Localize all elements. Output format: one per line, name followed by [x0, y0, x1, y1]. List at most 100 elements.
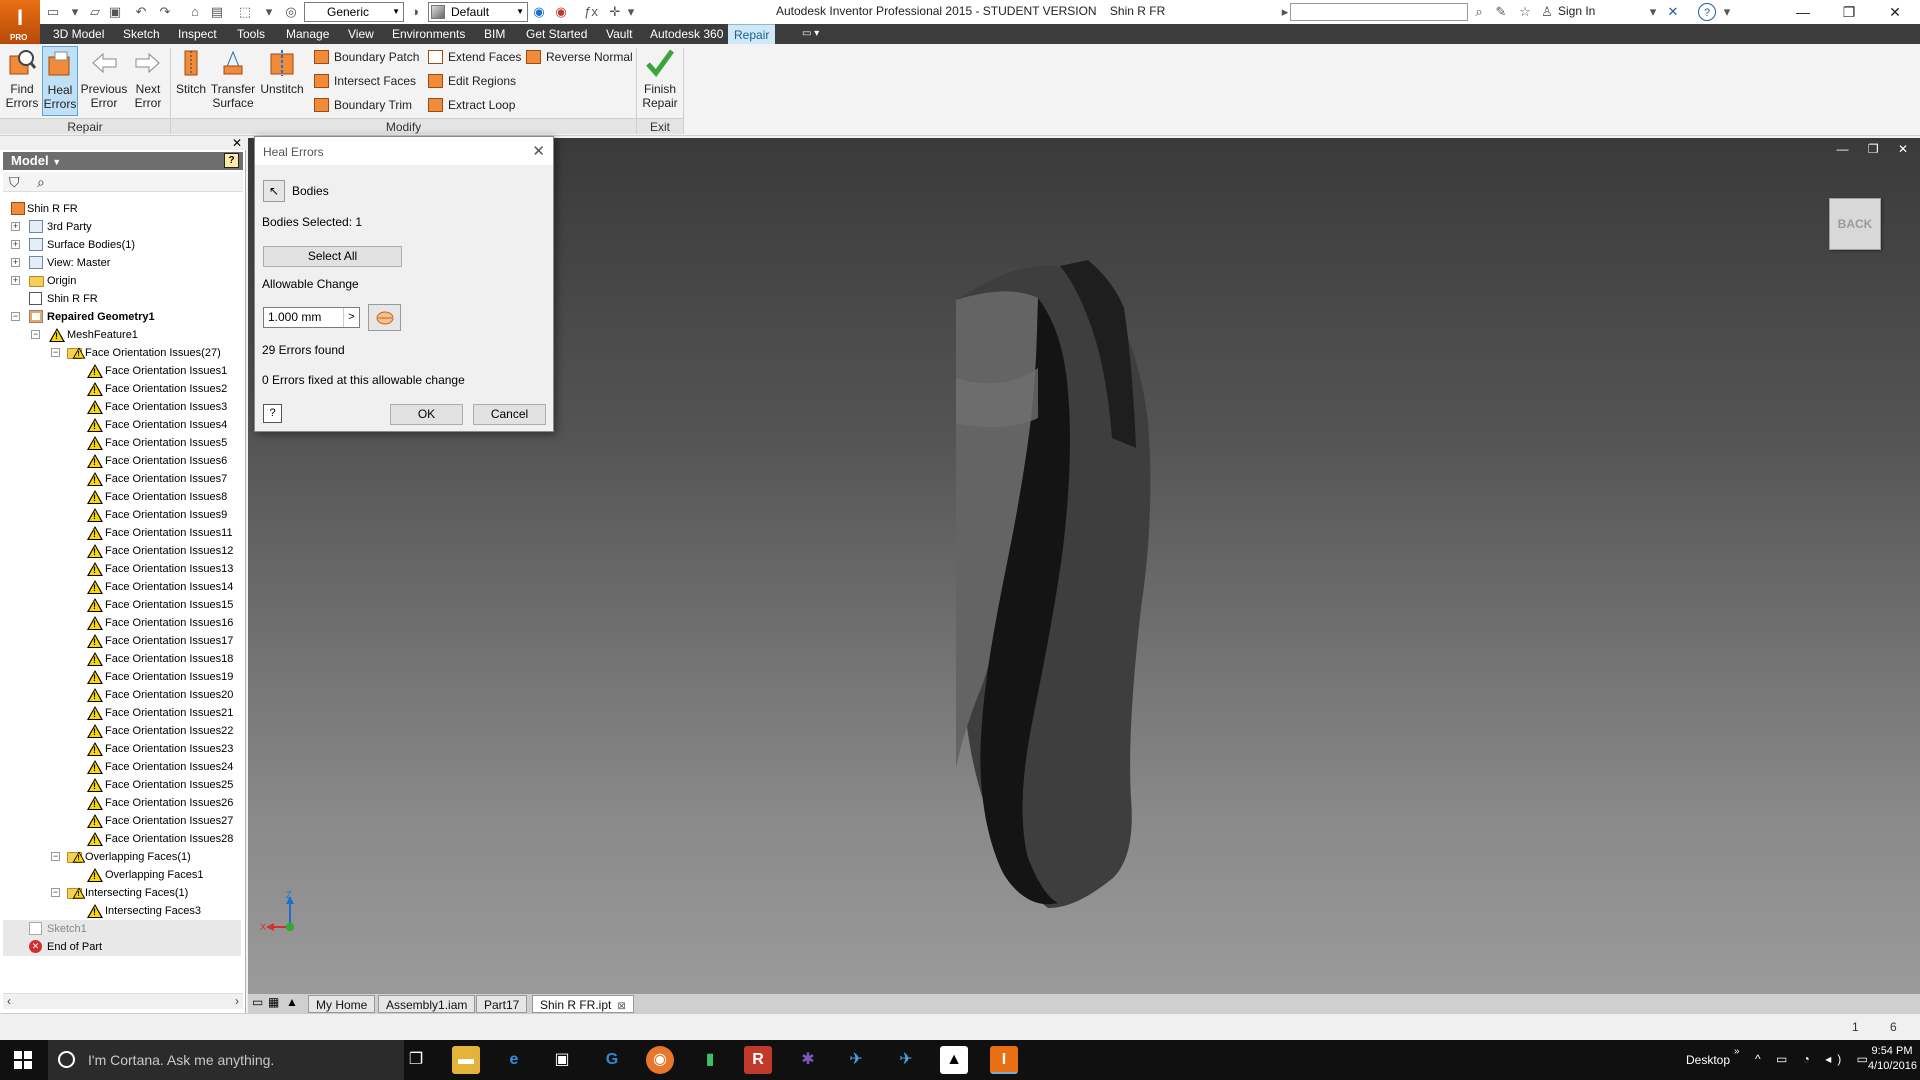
tree-node[interactable]: Face Orientation Issues23 — [3, 740, 241, 758]
tree-node[interactable]: Face Orientation Issues3 — [3, 398, 241, 416]
bird-app-icon[interactable]: ✈ — [842, 1046, 870, 1074]
browser-header[interactable]: Model ▼ ? — [3, 152, 243, 170]
collapse-icon[interactable]: − — [51, 348, 60, 357]
tree-node[interactable]: Face Orientation Issues12 — [3, 542, 241, 560]
measure-icon[interactable]: ◉ — [530, 3, 548, 21]
tab-layout-controls[interactable]: ▭ ▦ ▲ — [248, 995, 302, 1013]
tile-icon[interactable]: ▭ — [252, 995, 263, 1009]
tree-node[interactable]: Face Orientation Issues19 — [3, 668, 241, 686]
boundary-patch-button[interactable]: Boundary Patch — [314, 47, 419, 67]
bars-app-icon[interactable]: ▮ — [696, 1046, 724, 1074]
subscription-icon[interactable]: ✎ — [1492, 3, 1510, 21]
scroll-left-icon[interactable]: ‹ — [7, 994, 11, 1008]
firefox-icon[interactable]: ◉ — [646, 1046, 674, 1074]
tree-node[interactable]: Face Orientation Issues1 — [3, 362, 241, 380]
tree-node[interactable]: − Face Orientation Issues(27) — [3, 344, 241, 362]
photos-icon[interactable]: ▲ — [940, 1046, 968, 1074]
network-app-icon[interactable]: ✱ — [794, 1046, 822, 1074]
open-documents-icon[interactable]: ▲ — [286, 995, 298, 1009]
edit-regions-button[interactable]: Edit Regions — [428, 71, 516, 91]
update-icon[interactable]: ▤ — [208, 3, 226, 21]
tree-node[interactable]: Face Orientation Issues25 — [3, 776, 241, 794]
tree-node[interactable]: Sketch1 — [3, 920, 241, 938]
tree-node[interactable]: Face Orientation Issues20 — [3, 686, 241, 704]
help-icon[interactable]: ? — [1698, 3, 1716, 21]
tab-environments[interactable]: Environments — [386, 24, 471, 44]
tab-bim[interactable]: BIM — [478, 24, 511, 44]
tab-autodesk-360[interactable]: Autodesk 360 — [644, 24, 729, 44]
tree-node[interactable]: − Overlapping Faces(1) — [3, 848, 241, 866]
sign-in-link[interactable]: Sign In — [1558, 4, 1595, 18]
ok-button[interactable]: OK — [390, 404, 463, 425]
tab-tools[interactable]: Tools — [231, 24, 271, 44]
tab-3d-model[interactable]: 3D Model — [47, 24, 110, 44]
doc-tab-assembly1[interactable]: Assembly1.iam — [378, 995, 476, 1013]
allowable-change-input[interactable]: 1.000 mm > — [263, 307, 360, 328]
bird-app-2-icon[interactable]: ✈ — [892, 1046, 920, 1074]
chrome-like-icon[interactable]: G — [598, 1046, 626, 1074]
help-search-input[interactable] — [1290, 3, 1468, 21]
intersect-faces-button[interactable]: Intersect Faces — [314, 71, 416, 91]
favorites-star-icon[interactable]: ☆ — [1516, 3, 1534, 21]
tree-node[interactable]: Face Orientation Issues18 — [3, 650, 241, 668]
application-menu-button[interactable]: I PRO — [0, 0, 40, 44]
close-tab-icon[interactable]: ⊠ — [617, 1001, 625, 1012]
binoculars-icon[interactable]: ⌕ — [1470, 3, 1488, 21]
find-errors-button[interactable]: Find Errors — [4, 46, 40, 116]
tab-sketch[interactable]: Sketch — [117, 24, 166, 44]
dialog-title-bar[interactable]: Heal Errors ✕ — [255, 137, 553, 165]
collapse-icon[interactable]: − — [31, 330, 40, 339]
select-all-button[interactable]: Select All — [263, 246, 402, 267]
expand-icon[interactable]: + — [11, 276, 20, 285]
tree-node[interactable]: Face Orientation Issues8 — [3, 488, 241, 506]
collapse-icon[interactable]: − — [51, 888, 60, 897]
task-view-icon[interactable]: ❐ — [402, 1046, 430, 1074]
preview-button[interactable] — [368, 304, 401, 331]
heal-errors-button[interactable]: Heal Errors — [42, 46, 78, 116]
measure-angle-icon[interactable]: ◉ — [552, 3, 570, 21]
close-window-button[interactable]: ✕ — [1872, 0, 1918, 24]
doc-tab-part17[interactable]: Part17 — [476, 995, 528, 1013]
undo-icon[interactable]: ↶ — [132, 3, 150, 21]
cascade-icon[interactable]: ▦ — [268, 995, 279, 1009]
globe-icon[interactable]: ◎ — [282, 3, 300, 21]
next-error-button[interactable]: Next Error — [130, 46, 166, 116]
tree-node[interactable]: Face Orientation Issues2 — [3, 380, 241, 398]
filter-icon[interactable]: ⛉ — [9, 174, 20, 191]
tree-node[interactable]: Face Orientation Issues13 — [3, 560, 241, 578]
file-explorer-icon[interactable]: ▬ — [452, 1046, 480, 1074]
return-icon[interactable]: ▾ — [260, 3, 278, 21]
sign-in-dropdown-icon[interactable]: ▾ — [1644, 3, 1662, 21]
new-dropdown-icon[interactable]: ▾ — [66, 3, 84, 21]
tree-node[interactable]: Face Orientation Issues6 — [3, 452, 241, 470]
tree-node[interactable]: Face Orientation Issues7 — [3, 470, 241, 488]
exchange-apps-icon[interactable]: ✕ — [1664, 3, 1682, 21]
finish-repair-button[interactable]: Finish Repair — [640, 46, 680, 116]
collapse-icon[interactable]: − — [11, 312, 20, 321]
fx-parameters-icon[interactable]: ƒx — [582, 3, 600, 21]
bodies-select-button[interactable]: ↖ — [263, 180, 285, 202]
customize-dropdown-icon[interactable]: ▾ — [622, 3, 640, 21]
tab-get-started[interactable]: Get Started — [520, 24, 593, 44]
tree-node[interactable]: + View: Master — [3, 254, 241, 272]
chevron-right-icon[interactable]: > — [343, 308, 359, 327]
tree-node[interactable]: Face Orientation Issues9 — [3, 506, 241, 524]
tree-node[interactable]: Face Orientation Issues22 — [3, 722, 241, 740]
minimize-window-button[interactable]: — — [1780, 0, 1826, 24]
stitch-button[interactable]: Stitch — [174, 46, 208, 116]
cancel-button[interactable]: Cancel — [473, 404, 546, 425]
expand-icon[interactable]: + — [11, 258, 20, 267]
tree-node[interactable]: Face Orientation Issues16 — [3, 614, 241, 632]
tree-node[interactable]: Face Orientation Issues15 — [3, 596, 241, 614]
tree-node[interactable]: − Intersecting Faces(1) — [3, 884, 241, 902]
new-file-icon[interactable]: ▭ — [44, 3, 62, 21]
open-file-icon[interactable]: ▱ — [86, 3, 104, 21]
extend-faces-button[interactable]: Extend Faces — [428, 47, 521, 67]
tree-node[interactable]: Shin R FR — [3, 200, 241, 218]
tree-node[interactable]: Face Orientation Issues28 — [3, 830, 241, 848]
extract-loop-button[interactable]: Extract Loop — [428, 95, 515, 115]
tab-manage[interactable]: Manage — [280, 24, 335, 44]
scroll-right-icon[interactable]: › — [235, 994, 239, 1008]
tree-node[interactable]: + Origin — [3, 272, 241, 290]
ribbon-display-toggle-icon[interactable]: ▭ ▾ — [796, 24, 825, 44]
